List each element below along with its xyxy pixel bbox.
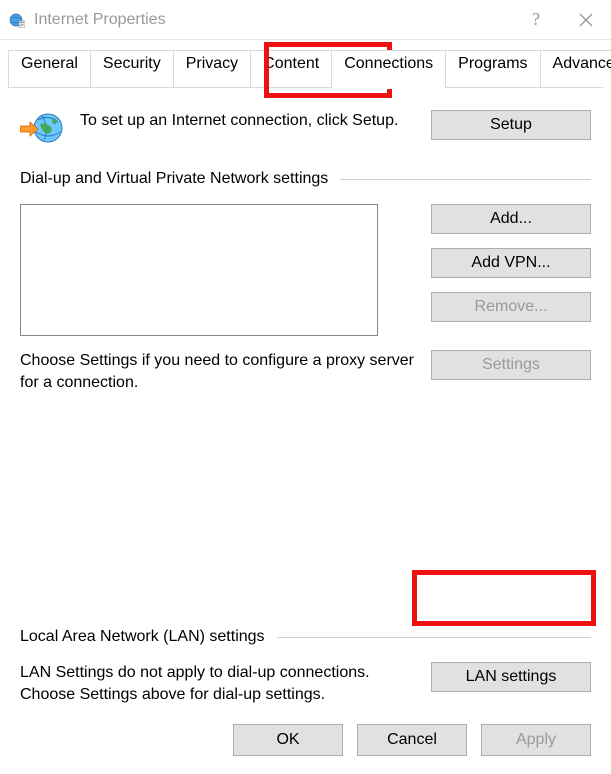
setup-instruction-text: To set up an Internet connection, click … [80,110,431,132]
lan-group-label: Local Area Network (LAN) settings [20,628,265,646]
tab-security[interactable]: Security [90,50,174,88]
tab-strip: General Security Privacy Content Connect… [0,40,611,88]
connections-panel: To set up an Internet connection, click … [0,88,611,393]
close-button[interactable] [561,0,611,39]
divider [277,637,591,638]
titlebar: Internet Properties ? [0,0,611,40]
ok-button[interactable]: OK [233,724,343,756]
globe-arrow-icon [20,110,64,146]
dialog-button-row: OK Cancel Apply [233,724,591,756]
window-title: Internet Properties [34,11,511,29]
lan-settings-button[interactable]: LAN settings [431,662,591,692]
highlight-lan-settings [412,570,596,626]
apply-button: Apply [481,724,591,756]
tab-privacy[interactable]: Privacy [173,50,251,88]
tab-general[interactable]: General [8,50,91,88]
tab-advanced[interactable]: Advanced [540,50,611,88]
lan-description-text: LAN Settings do not apply to dial-up con… [20,662,431,705]
cancel-button[interactable]: Cancel [357,724,467,756]
tab-content[interactable]: Content [250,50,332,88]
remove-button: Remove... [431,292,591,322]
dialup-connection-list[interactable] [20,204,378,336]
add-button[interactable]: Add... [431,204,591,234]
dialup-settings-button: Settings [431,350,591,380]
divider [340,179,591,180]
tab-connections[interactable]: Connections [331,50,446,89]
dialup-group-label: Dial-up and Virtual Private Network sett… [20,170,328,188]
setup-button[interactable]: Setup [431,110,591,140]
help-button[interactable]: ? [511,0,561,39]
add-vpn-button[interactable]: Add VPN... [431,248,591,278]
dialup-choose-text: Choose Settings if you need to configure… [20,350,431,393]
dialup-group-header: Dial-up and Virtual Private Network sett… [20,170,591,188]
lan-group-header: Local Area Network (LAN) settings [20,628,591,646]
close-icon [579,13,593,27]
internet-options-icon [8,11,26,29]
internet-properties-window: Internet Properties ? General Security P… [0,0,611,774]
tab-programs[interactable]: Programs [445,50,540,88]
